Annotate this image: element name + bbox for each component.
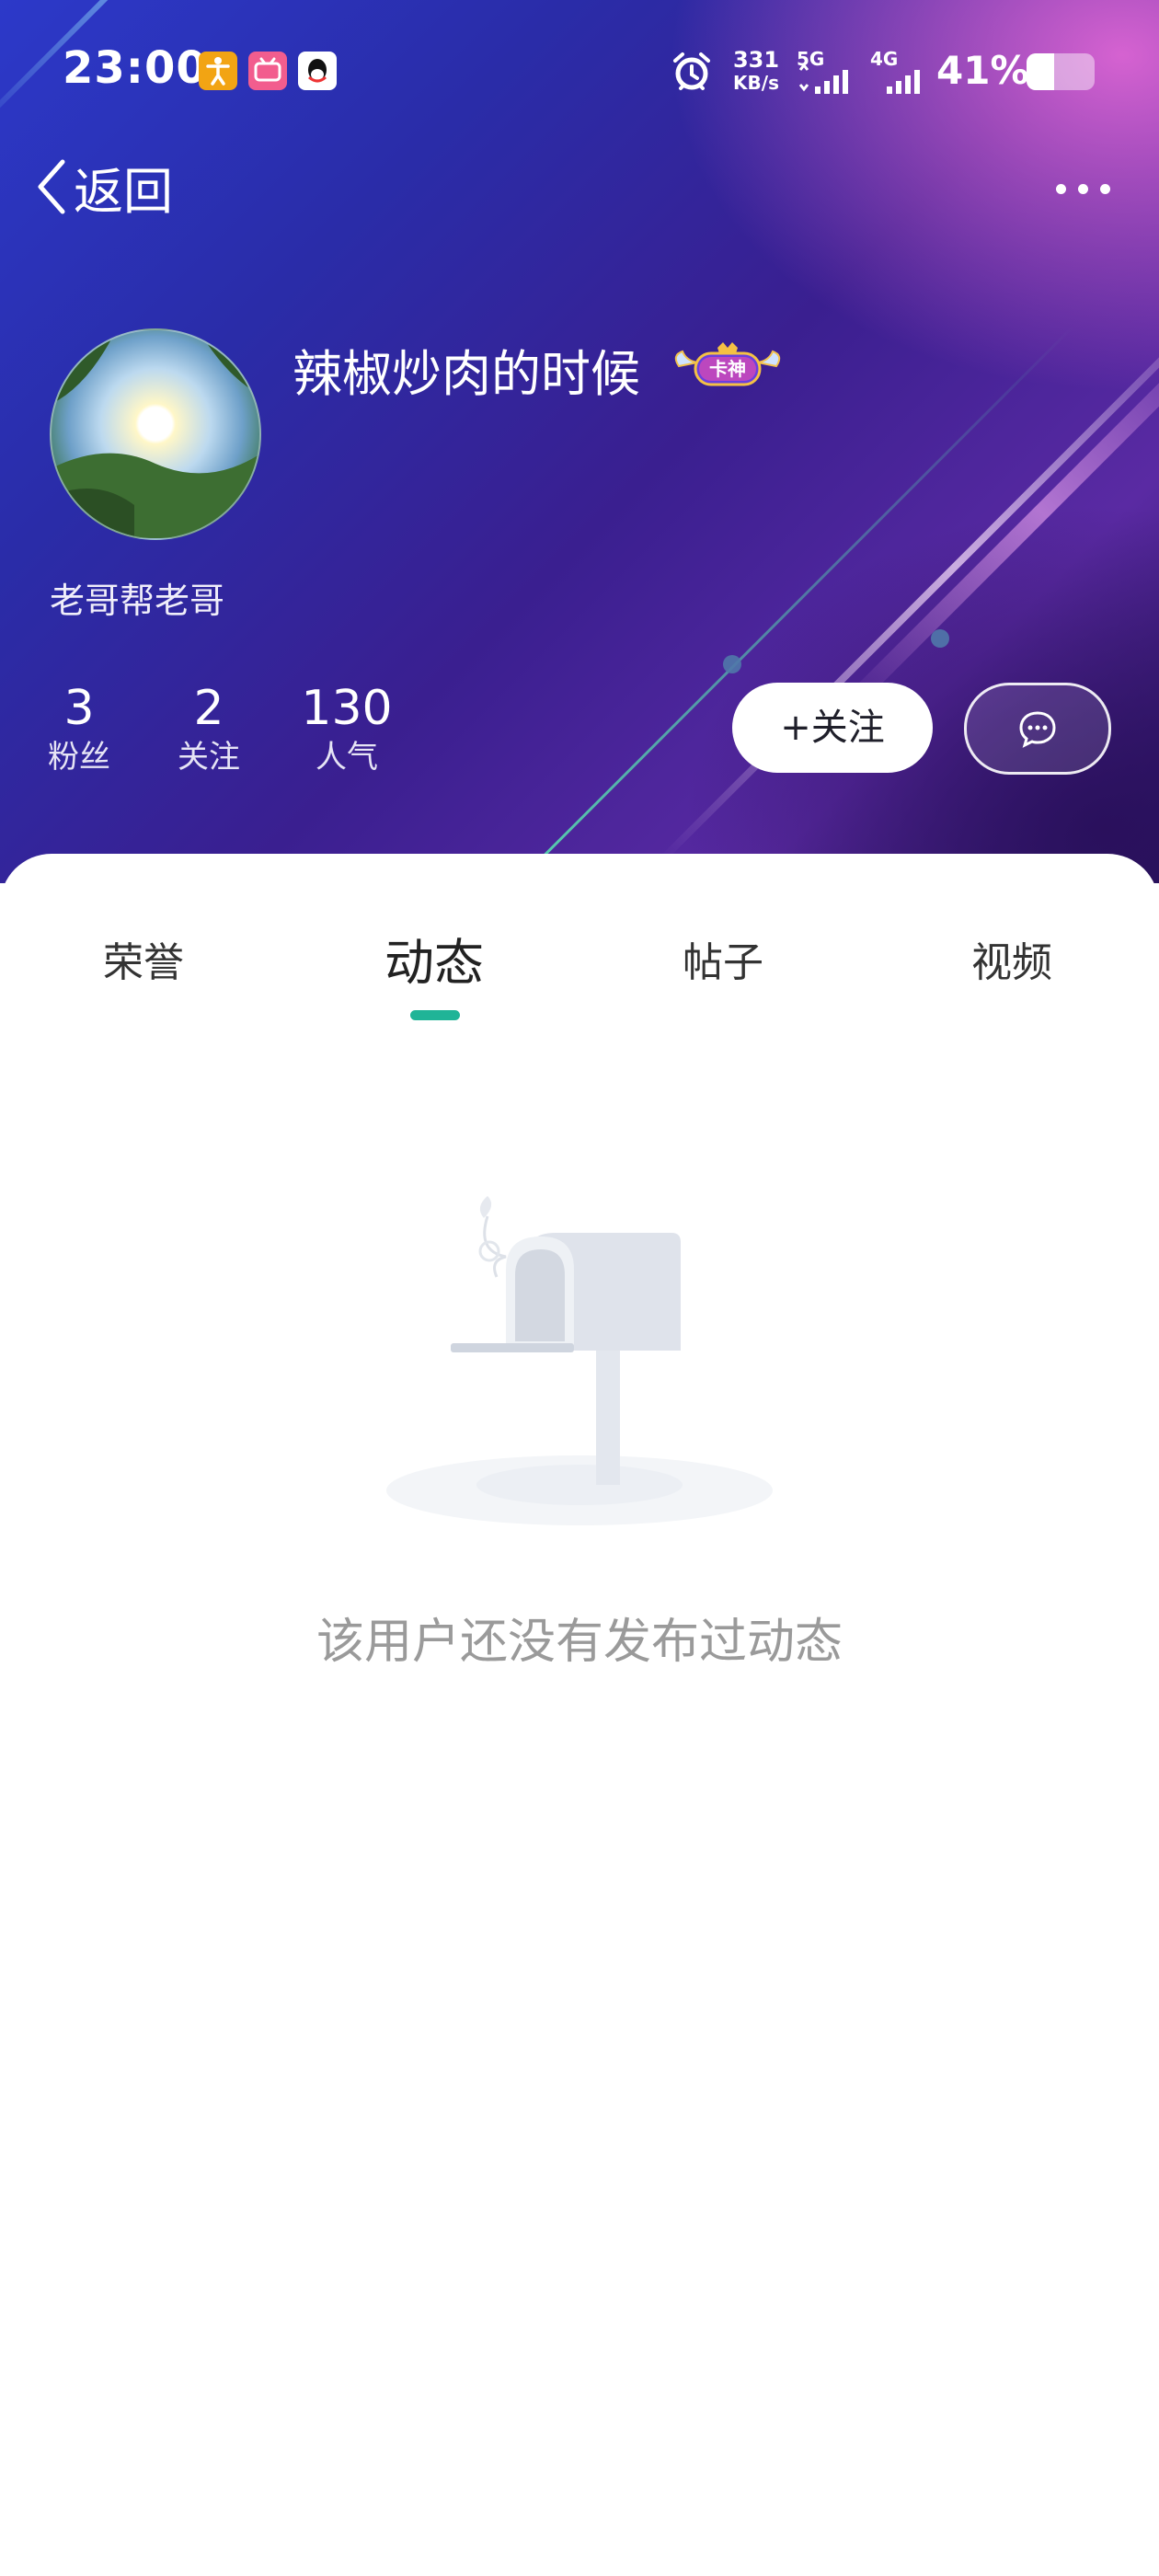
avatar[interactable] (50, 328, 261, 540)
tab-videos[interactable]: 视频 (971, 929, 1052, 988)
avatar-sun-landscape (52, 330, 259, 538)
chat-bubble-icon (1019, 711, 1056, 748)
stat-label: 人气 (316, 739, 378, 776)
stat-value: 2 (193, 681, 224, 736)
profile-subtitle: 老哥帮老哥 (50, 581, 225, 621)
alarm-icon (670, 50, 714, 94)
stat-label: 粉丝 (48, 739, 110, 776)
empty-mailbox-illustration (368, 1196, 791, 1546)
follow-button[interactable]: +关注 (732, 683, 933, 773)
status-bar: 23:00 331 KB/s 5G 4G 41% (0, 0, 1159, 138)
stat-label: 关注 (178, 739, 240, 776)
badge-text: 卡神 (709, 358, 746, 380)
username: 辣椒炒肉的时候 (293, 345, 640, 403)
sim1-signal: 5G (795, 48, 859, 96)
network-speed: 331 KB/s (727, 48, 786, 94)
stat-value: 130 (301, 681, 393, 736)
decorative-dot (931, 629, 949, 648)
battery-percent: 41% (936, 48, 1029, 93)
battery-icon (1027, 53, 1095, 90)
bilibili-app-icon (248, 52, 287, 90)
tab-honors[interactable]: 荣誉 (103, 929, 184, 988)
content-panel (0, 854, 1159, 2576)
status-time: 23:00 (63, 42, 208, 94)
stat-fans[interactable]: 3 粉丝 (42, 679, 116, 776)
message-button[interactable] (964, 683, 1111, 775)
more-dot (1078, 184, 1088, 194)
signal-bars-icon (887, 70, 920, 94)
sim2-signal: 4G (868, 48, 929, 96)
stat-popularity[interactable]: 130 人气 (296, 679, 397, 776)
badge-icon: 卡神 (670, 339, 786, 392)
more-dot (1100, 184, 1110, 194)
network-speed-unit: KB/s (733, 72, 779, 94)
more-options-button[interactable] (1056, 175, 1115, 202)
tab-posts[interactable]: 帖子 (683, 929, 763, 988)
empty-state-message: 该用户还没有发布过动态 (316, 1615, 843, 1670)
qq-app-icon (298, 52, 337, 90)
battery-fill (1027, 53, 1055, 90)
active-tab-indicator (410, 1010, 460, 1020)
back-label: 返回 (74, 162, 173, 221)
accessibility-app-icon (199, 52, 237, 90)
decorative-streak (513, 324, 1076, 883)
back-button[interactable]: 返回 (33, 155, 173, 221)
signal-bars-icon (798, 64, 848, 94)
chevron-left-icon (38, 159, 65, 214)
tab-activity[interactable]: 动态 (384, 922, 484, 995)
network-speed-value: 331 (732, 47, 780, 73)
decorative-dot (723, 655, 741, 673)
stat-following[interactable]: 2 关注 (172, 679, 246, 776)
more-dot (1056, 184, 1066, 194)
stat-value: 3 (63, 681, 95, 736)
